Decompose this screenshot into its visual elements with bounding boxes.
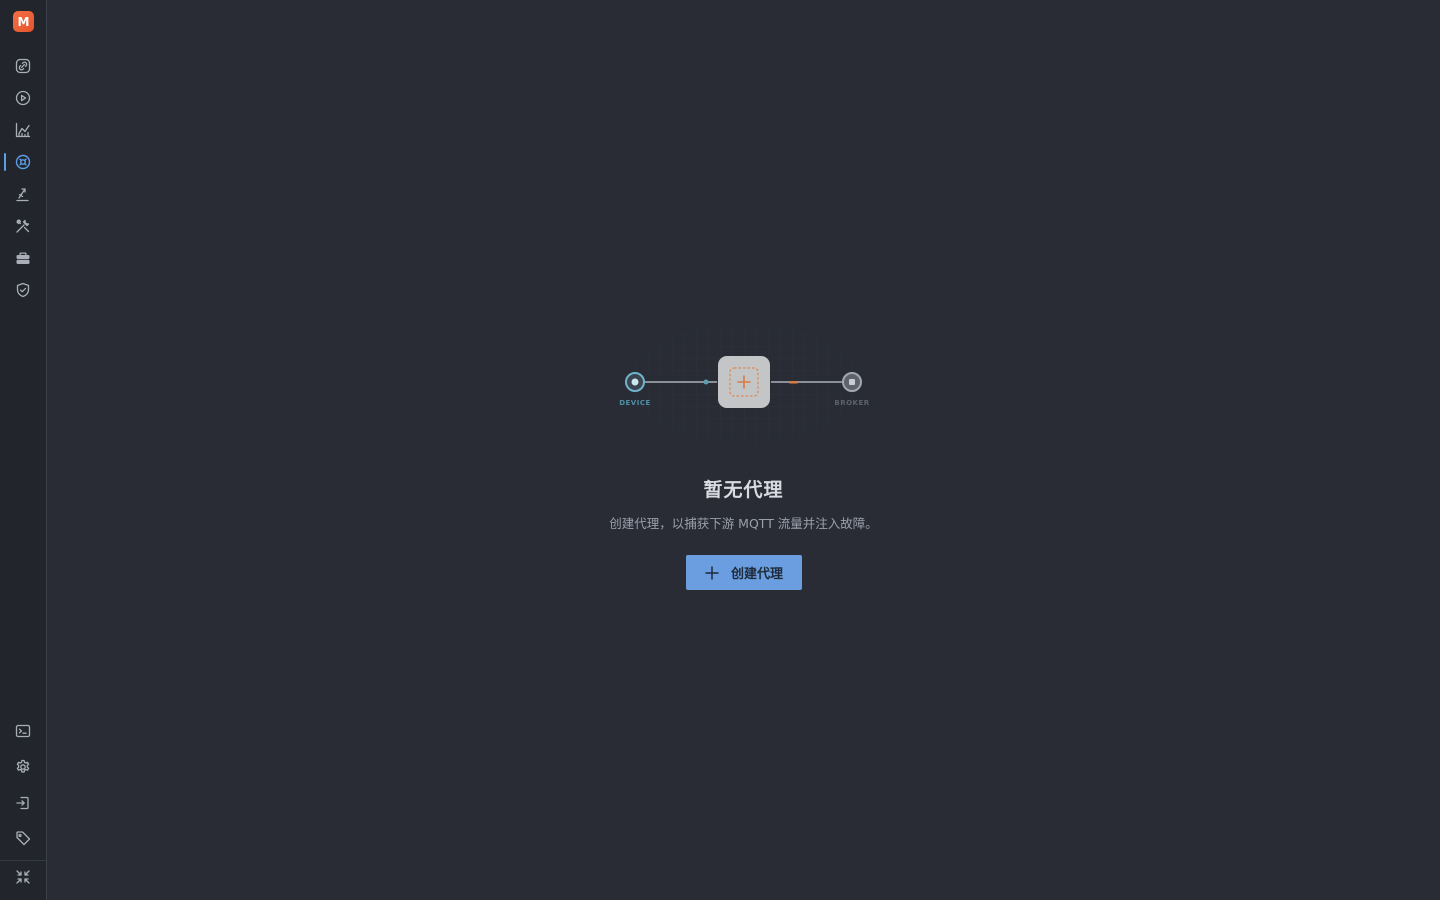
- chart-icon: [15, 122, 31, 138]
- empty-state-description: 创建代理，以捕获下游 MQTT 流量并注入故障。: [609, 516, 878, 531]
- sidebar-item-settings[interactable]: [0, 752, 46, 782]
- sidebar-item-security[interactable]: [0, 275, 46, 305]
- link-icon: [15, 58, 31, 74]
- sidebar-item-terminal[interactable]: [0, 716, 46, 746]
- sidebar-item-import[interactable]: [0, 788, 46, 818]
- sidebar-item-collapse[interactable]: [0, 862, 46, 892]
- sidebar-item-tags[interactable]: [0, 823, 46, 853]
- play-circle-icon: [15, 90, 31, 106]
- gear-icon: [16, 759, 30, 773]
- tools-icon: [16, 219, 30, 233]
- collapse-icon: [16, 870, 30, 884]
- create-proxy-button-label: 创建代理: [730, 567, 783, 582]
- app-logo-letter: M: [17, 14, 30, 29]
- tag-icon: [16, 831, 31, 846]
- sidebar-item-toolbox[interactable]: [0, 243, 46, 273]
- create-proxy-button[interactable]: 创建代理: [686, 555, 802, 590]
- briefcase-icon: [16, 252, 30, 264]
- terminal-icon: [15, 724, 31, 738]
- sidebar-item-proxy[interactable]: [0, 147, 46, 177]
- packet-dot: [703, 379, 709, 385]
- app-logo[interactable]: M: [13, 11, 34, 32]
- proxy-illustration: DEVICE BROKER: [600, 310, 888, 456]
- sidebar-divider: [0, 860, 46, 861]
- publish-icon: [16, 188, 29, 202]
- plus-icon: [705, 565, 719, 580]
- proxy-empty-state: DEVICE BROKER 暂无代理 创建代理，以捕获下游 MQTT 流量并注入…: [47, 0, 1440, 900]
- sidebar-item-publish[interactable]: [0, 179, 46, 209]
- sidebar-item-connections[interactable]: [0, 51, 46, 81]
- sidebar: M: [0, 0, 47, 900]
- shield-check-icon: [16, 282, 30, 298]
- device-label: DEVICE: [619, 399, 651, 407]
- sidebar-item-run[interactable]: [0, 83, 46, 113]
- empty-state-title: 暂无代理: [703, 479, 784, 501]
- fault-marker: [789, 381, 798, 384]
- sidebar-item-metrics[interactable]: [0, 115, 46, 145]
- broker-label: BROKER: [834, 399, 869, 407]
- proxy-icon: [15, 154, 31, 170]
- sidebar-item-tools[interactable]: [0, 211, 46, 241]
- login-icon: [16, 796, 29, 810]
